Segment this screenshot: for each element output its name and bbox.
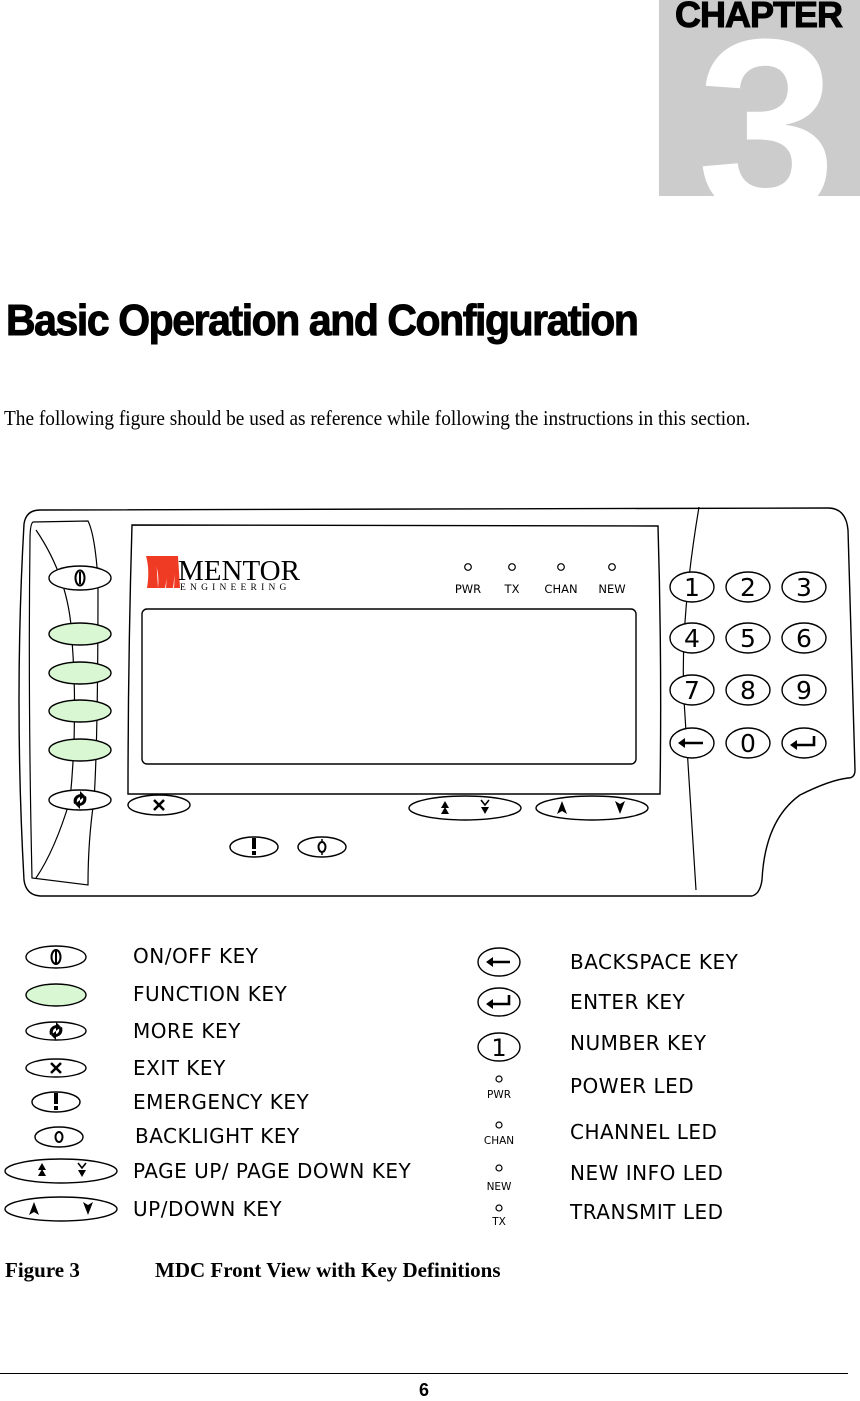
legend-enter-icon — [477, 987, 521, 1017]
svg-text:CHAN: CHAN — [484, 1135, 514, 1147]
legend-exit-icon — [25, 1058, 87, 1078]
legend-on-off-icon — [25, 945, 87, 969]
legend-label-new-info-led: NEW INFO LED — [570, 1161, 724, 1185]
key-legend-icons: 1 PWR CHAN NEW TX — [4, 945, 521, 1228]
keypad-key-label: 7 — [684, 676, 700, 705]
keypad-key-label: 8 — [740, 676, 756, 705]
function-key-1[interactable] — [48, 622, 112, 646]
legend-label-power-led: POWER LED — [570, 1074, 695, 1098]
keypad-key-label: 0 — [740, 729, 756, 758]
chapter-badge: 3 CHAPTER — [659, 0, 860, 196]
legend-label-emergency: EMERGENCY KEY — [133, 1090, 310, 1114]
legend-label-number: NUMBER KEY — [570, 1031, 707, 1055]
mentor-logo: MENTOR ENGINEERING — [146, 555, 301, 593]
svg-text:NEW: NEW — [487, 1181, 512, 1193]
number-key-4[interactable]: 4 — [669, 622, 715, 654]
legend-channel-led-icon: CHAN — [484, 1121, 514, 1147]
intro-paragraph: The following figure should be used as r… — [4, 406, 751, 430]
figure-number: Figure 3 — [5, 1258, 80, 1282]
function-key-3[interactable] — [48, 699, 112, 723]
footer-rule — [0, 1373, 848, 1374]
legend-transmit-led-icon: TX — [491, 1204, 506, 1228]
led-label-chan: CHAN — [544, 582, 577, 596]
function-key-4[interactable] — [48, 738, 112, 762]
legend-label-exit: EXIT KEY — [133, 1056, 226, 1080]
page-title: Basic Operation and Configuration — [6, 296, 640, 346]
svg-text:PWR: PWR — [487, 1089, 511, 1101]
number-key-3[interactable]: 3 — [781, 571, 827, 603]
keypad-key-label: 2 — [740, 573, 756, 602]
legend-label-page-up-down: PAGE UP/ PAGE DOWN KEY — [133, 1159, 412, 1183]
enter-key[interactable] — [781, 727, 827, 759]
led-label-pwr: PWR — [455, 582, 481, 596]
keypad-key-label: 9 — [796, 676, 812, 705]
exit-key[interactable] — [127, 794, 191, 816]
function-key-2[interactable] — [48, 661, 112, 685]
legend-label-more: MORE KEY — [133, 1019, 241, 1043]
number-key-1[interactable]: 1 — [669, 571, 715, 603]
legend-number-key-icon: 1 — [477, 1032, 521, 1062]
legend-backlight-icon — [34, 1126, 84, 1148]
legend-label-backspace: BACKSPACE KEY — [570, 950, 739, 974]
backspace-key[interactable] — [669, 727, 715, 759]
number-key-5[interactable]: 5 — [725, 622, 771, 654]
number-key-9[interactable]: 9 — [781, 674, 827, 706]
legend-power-led-icon: PWR — [487, 1075, 511, 1101]
legend-up-down-icon — [4, 1196, 118, 1222]
led-label-tx: TX — [504, 582, 520, 596]
mentor-logo-subtitle: ENGINEERING — [180, 583, 291, 593]
keypad-key-label: 5 — [740, 624, 756, 653]
emergency-icon — [252, 838, 256, 855]
page-number: 6 — [418, 1380, 429, 1400]
legend-label-on-off: ON/OFF KEY — [133, 944, 259, 968]
led-label-new: NEW — [598, 582, 625, 596]
legend-label-transmit-led: TRANSMIT LED — [570, 1200, 724, 1224]
legend-number-key-glyph: 1 — [491, 1034, 506, 1062]
legend-more-icon — [25, 1021, 87, 1041]
device-front-view: MENTOR ENGINEERING PWR TX CHAN NEW 1 2 3… — [18, 506, 856, 897]
legend-label-function: FUNCTION KEY — [133, 982, 288, 1006]
legend-page-up-down-icon — [4, 1158, 118, 1184]
keypad-key-label: 1 — [684, 573, 700, 602]
lcd-screen — [141, 608, 637, 765]
legend-backspace-icon — [477, 947, 521, 977]
legend-label-enter: ENTER KEY — [570, 990, 686, 1014]
page-up-down-key[interactable] — [408, 795, 522, 821]
up-down-key[interactable] — [535, 795, 649, 821]
number-key-8[interactable]: 8 — [725, 674, 771, 706]
legend-label-channel-led: CHANNEL LED — [570, 1120, 718, 1144]
more-key[interactable] — [48, 789, 112, 811]
figure-caption: MDC Front View with Key Definitions — [155, 1258, 501, 1282]
number-key-6[interactable]: 6 — [781, 622, 827, 654]
keypad-key-label: 6 — [796, 624, 812, 653]
keypad-key-label: 3 — [796, 573, 812, 602]
number-key-7[interactable]: 7 — [669, 674, 715, 706]
mentor-logo-mark — [146, 556, 180, 588]
legend-emergency-icon — [31, 1091, 81, 1113]
on-off-key[interactable] — [48, 565, 112, 591]
number-key-0[interactable]: 0 — [725, 727, 771, 759]
legend-function-key-icon — [25, 983, 87, 1007]
legend-new-info-led-icon: NEW — [487, 1164, 512, 1193]
svg-text:TX: TX — [491, 1216, 506, 1228]
legend-label-up-down: UP/DOWN KEY — [133, 1197, 283, 1221]
chapter-label: CHAPTER — [674, 0, 843, 36]
keypad-key-label: 4 — [684, 624, 700, 653]
backlight-key[interactable] — [297, 836, 347, 858]
number-key-2[interactable]: 2 — [725, 571, 771, 603]
emergency-key[interactable] — [229, 836, 279, 858]
legend-label-backlight: BACKLIGHT KEY — [135, 1124, 300, 1148]
